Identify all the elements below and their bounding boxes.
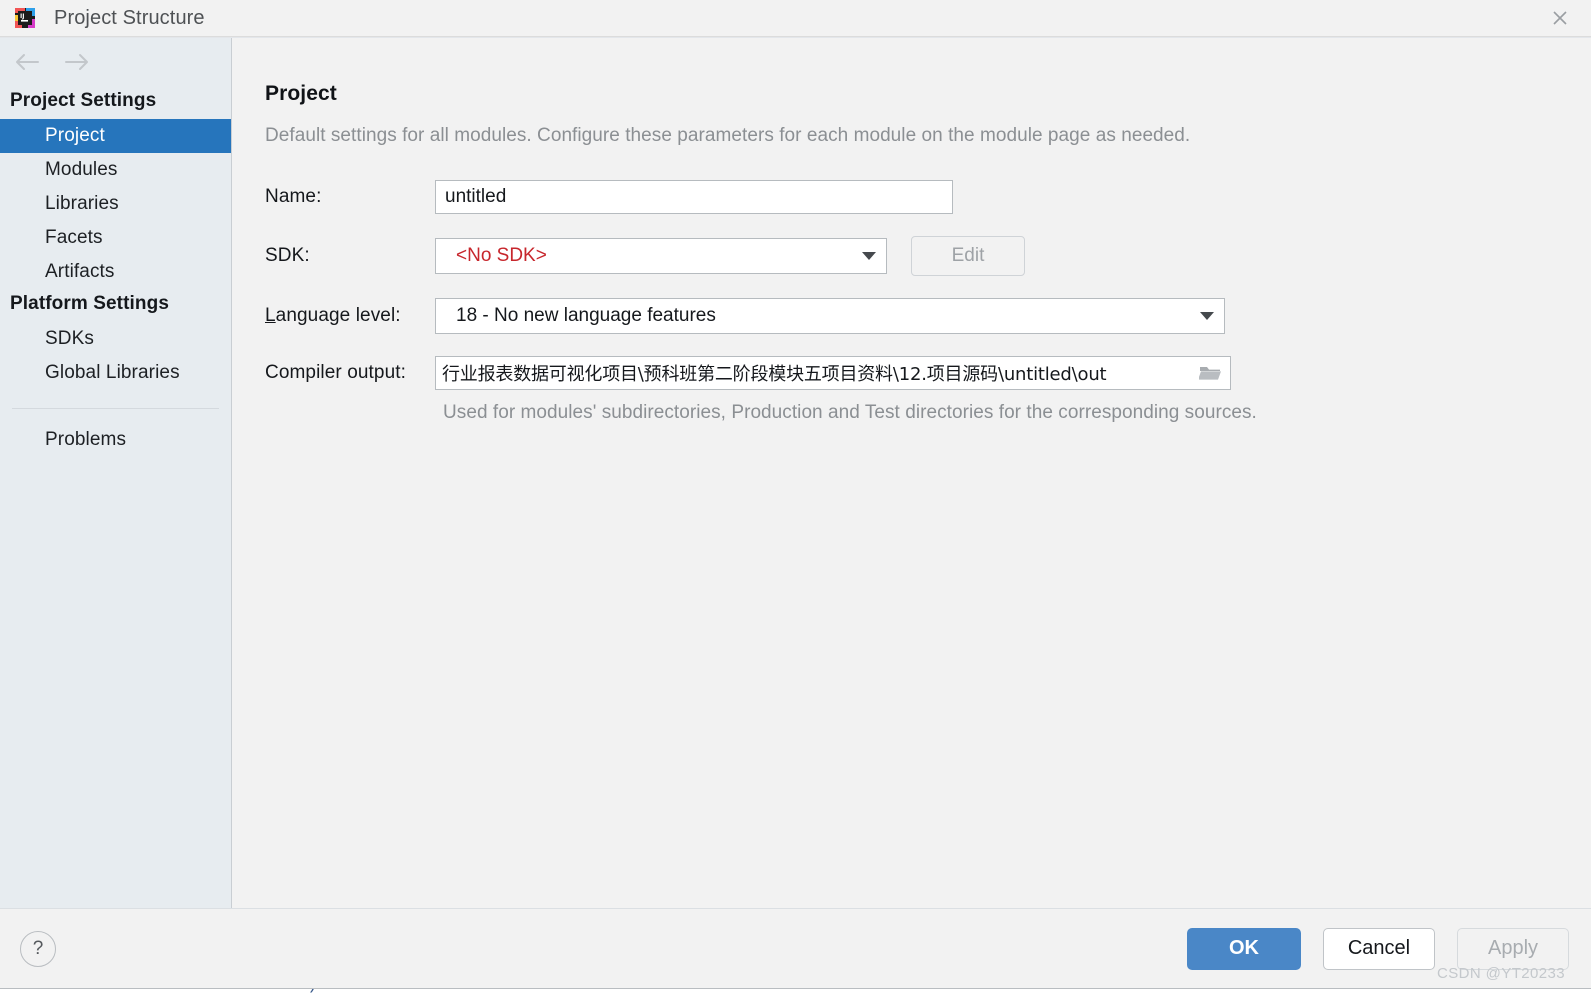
language-level-select[interactable]: 18 - No new language features [435,298,1225,334]
edit-sdk-button[interactable]: Edit [911,236,1025,276]
sidebar-item-libraries[interactable]: Libraries [0,187,231,221]
dialog-body: Project Settings Project Modules Librari… [0,37,1591,908]
sidebar-divider [12,408,219,409]
language-level-label: Language level: [265,305,435,327]
arrow-left-icon[interactable] [10,47,44,77]
sidebar-item-global-libraries[interactable]: Global Libraries [0,356,231,390]
sidebar-item-facets[interactable]: Facets [0,221,231,255]
folder-icon[interactable] [1196,363,1226,383]
window-title: Project Structure [54,7,205,30]
sidebar-group-project-settings: Project Settings [0,86,231,119]
language-level-row: Language level: 18 - No new language fea… [265,298,1591,334]
intellij-idea-logo: IJ [14,7,36,29]
background-code-fragment: // // ) // / [246,988,368,995]
sdk-label: SDK: [265,245,435,267]
sidebar-group-platform-settings: Platform Settings [0,289,231,322]
question-mark-icon[interactable]: ? [20,931,56,967]
sidebar-item-sdks[interactable]: SDKs [0,322,231,356]
sidebar-item-problems[interactable]: Problems [0,423,231,457]
sidebar-item-project[interactable]: Project [0,119,231,153]
sidebar-item-modules[interactable]: Modules [0,153,231,187]
chevron-down-icon [852,252,886,260]
title-bar: IJ Project Structure [0,0,1591,37]
sdk-selected-value: <No SDK> [456,245,852,267]
sidebar-item-artifacts[interactable]: Artifacts [0,255,231,289]
compiler-output-hint: Used for modules' subdirectories, Produc… [443,402,1591,424]
settings-sidebar: Project Settings Project Modules Librari… [0,38,232,908]
page-description: Default settings for all modules. Config… [265,125,1591,147]
close-icon[interactable] [1529,0,1591,36]
svg-text:IJ: IJ [20,13,24,20]
apply-button[interactable]: Apply [1457,928,1569,970]
cancel-button[interactable]: Cancel [1323,928,1435,970]
sdk-select[interactable]: <No SDK> [435,238,887,274]
navigation-arrows [0,38,231,86]
background-editor-strip: // // ) // / [0,988,1591,1007]
watermark: CSDN @YT20233 [1437,965,1565,982]
sdk-row: SDK: <No SDK> Edit [265,236,1591,276]
language-level-mnemonic: L [265,305,276,326]
chevron-down-icon [1190,312,1224,320]
name-label: Name: [265,186,435,208]
dialog-footer: ? OK Cancel Apply CSDN @YT20233 [0,908,1591,988]
compiler-output-label: Compiler output: [265,362,435,384]
name-row: Name: untitled [265,180,1591,214]
project-name-input[interactable]: untitled [435,180,953,214]
compiler-output-value: 行业报表数据可视化项目\预科班第二阶段模块五项目资料\12.项目源码\untit… [442,360,1196,386]
compiler-output-row: Compiler output: 行业报表数据可视化项目\预科班第二阶段模块五项… [265,356,1591,390]
project-settings-panel: Project Default settings for all modules… [232,38,1591,908]
project-structure-dialog: IJ Project Structure [0,0,1591,1007]
ok-button[interactable]: OK [1187,928,1301,970]
language-level-label-rest: anguage level: [276,305,401,326]
arrow-right-icon[interactable] [60,47,94,77]
compiler-output-input[interactable]: 行业报表数据可视化项目\预科班第二阶段模块五项目资料\12.项目源码\untit… [435,356,1231,390]
language-level-selected-value: 18 - No new language features [456,305,1190,327]
page-title: Project [265,82,1591,106]
